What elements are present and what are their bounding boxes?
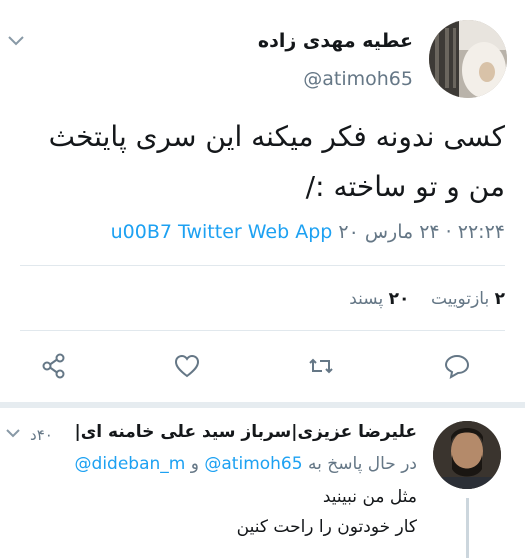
- reply-timestamp[interactable]: ۴۰د: [30, 426, 53, 444]
- tweet-timestamp[interactable]: ۲۲:۲۴ · ۲۴ مارس ۲۰: [338, 221, 505, 243]
- author-handle[interactable]: @atimoh65: [303, 68, 413, 90]
- like-label[interactable]: پسند: [349, 289, 383, 309]
- tweet-text-line: کسی ندونه فکر میکنه این سری پایتخث: [48, 120, 505, 153]
- heart-icon[interactable]: [167, 346, 207, 386]
- tweet-text-line: من و تو ساخته :/: [305, 170, 505, 203]
- thread-line: [466, 498, 469, 558]
- divider: [20, 265, 505, 266]
- replying-to-conj: و: [190, 454, 199, 474]
- divider: [20, 330, 505, 331]
- tweet-source-link[interactable]: u00B7 Twitter Web App: [111, 221, 333, 243]
- chevron-down-icon[interactable]: [4, 30, 28, 50]
- like-count[interactable]: ۲۰: [389, 289, 410, 309]
- retweet-count[interactable]: ۲: [495, 289, 505, 309]
- tweet-stats: ۲ بازتوییت ۲۰ پسند: [349, 289, 505, 309]
- share-icon[interactable]: [34, 346, 74, 386]
- mention-link[interactable]: @atimoh65: [204, 454, 302, 474]
- author-avatar[interactable]: [429, 20, 507, 98]
- reply-author-name[interactable]: علیرضا عزیزی|سرباز سید علی خامنه ای|: [74, 422, 417, 442]
- reply-text-line: کار خودتون را راحت کنین: [236, 517, 417, 537]
- retweet-label[interactable]: بازتوییت: [431, 289, 489, 309]
- reply-author-avatar[interactable]: [433, 421, 501, 489]
- replying-to-label: در حال پاسخ به: [307, 454, 417, 474]
- tweet-meta: ۲۲:۲۴ · ۲۴ مارس ۲۰ u00B7 Twitter Web App: [111, 221, 505, 243]
- mention-link[interactable]: @dideban_m: [75, 454, 186, 474]
- reply-text-line: مثل من نبینید: [322, 487, 417, 507]
- replying-to: در حال پاسخ به @atimoh65 و @dideban_m: [75, 454, 417, 474]
- reply-icon[interactable]: [437, 346, 477, 386]
- tweet-actions: [0, 346, 525, 386]
- section-separator: [0, 402, 525, 408]
- author-name[interactable]: عطیه مهدی زاده: [258, 30, 413, 52]
- chevron-down-icon[interactable]: [2, 424, 24, 442]
- retweet-icon[interactable]: [301, 346, 341, 386]
